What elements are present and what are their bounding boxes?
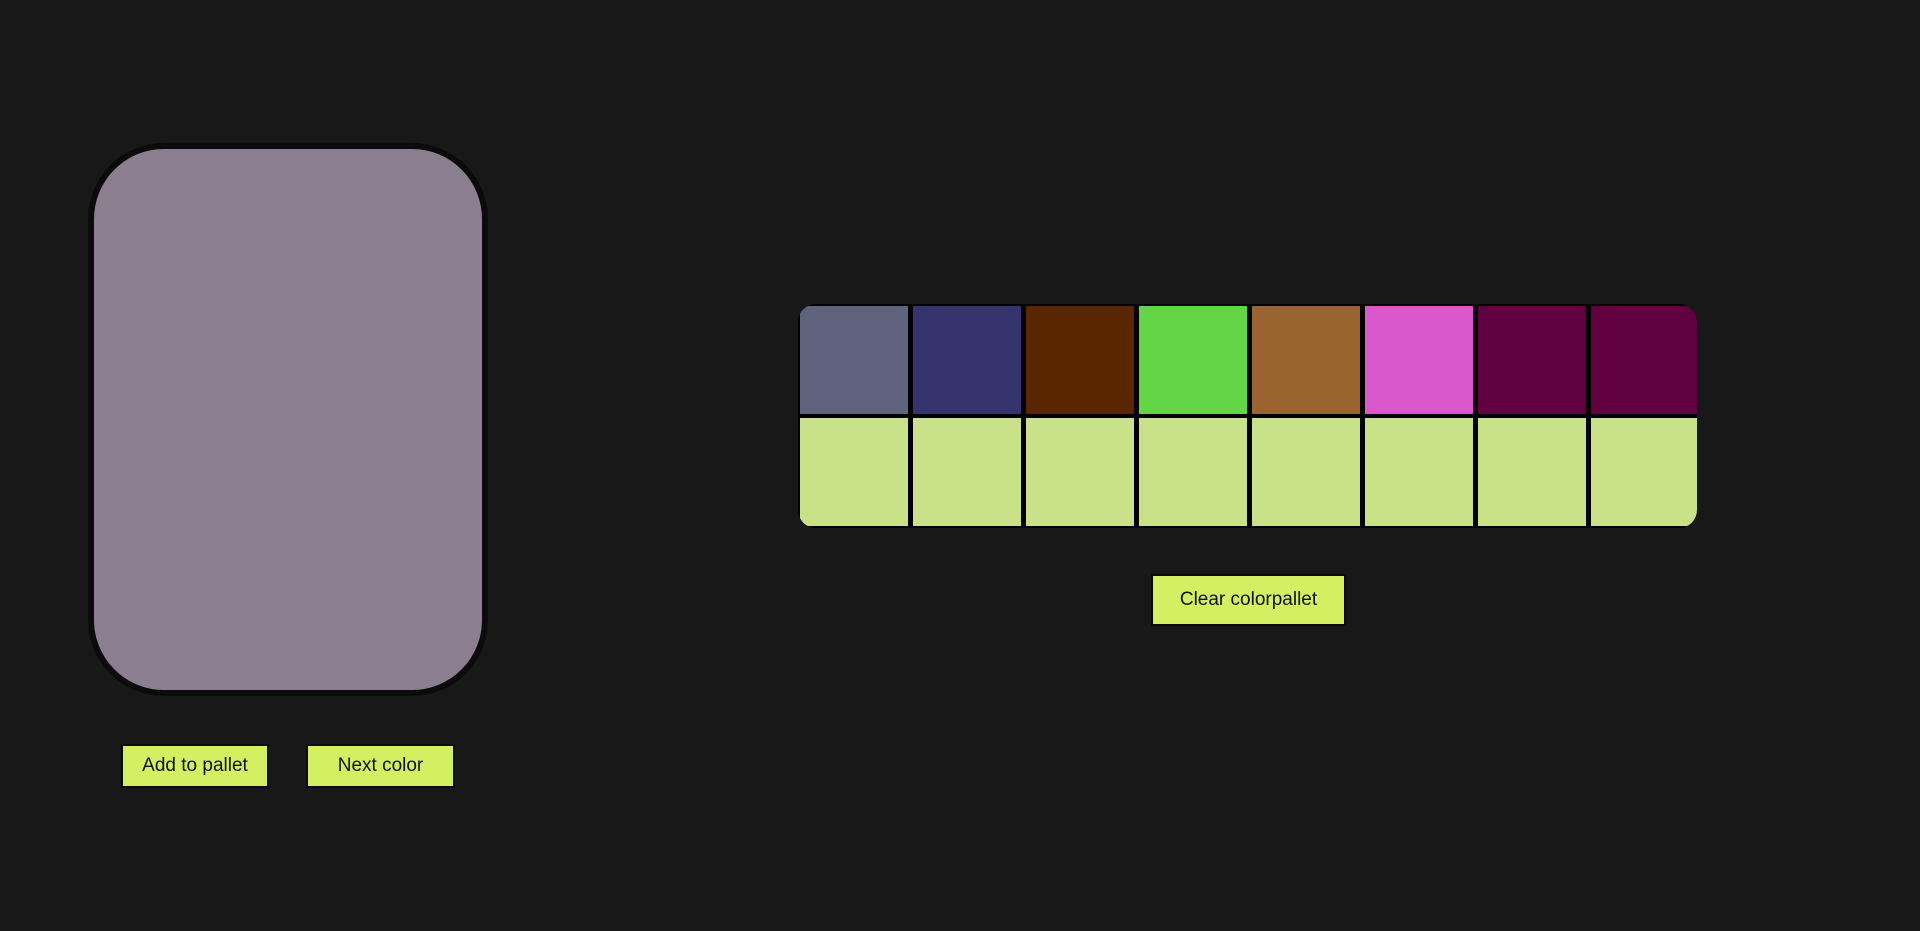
palette-swatch[interactable] [1026, 418, 1134, 526]
color-palette [798, 304, 1697, 528]
palette-swatch[interactable] [800, 418, 908, 526]
palette-swatch[interactable] [1252, 306, 1360, 414]
palette-swatch[interactable] [913, 306, 1021, 414]
palette-swatch[interactable] [1252, 418, 1360, 526]
palette-swatch[interactable] [1139, 306, 1247, 414]
clear-colorpallet-button[interactable]: Clear colorpallet [1151, 574, 1346, 626]
palette-swatch[interactable] [1139, 418, 1247, 526]
color-preview [88, 143, 488, 696]
palette-swatch[interactable] [1365, 418, 1473, 526]
palette-swatch[interactable] [913, 418, 1021, 526]
palette-swatch[interactable] [800, 306, 908, 414]
palette-swatch[interactable] [1591, 306, 1697, 414]
palette-swatch[interactable] [1478, 306, 1586, 414]
add-to-pallet-button[interactable]: Add to pallet [121, 744, 269, 788]
palette-swatch[interactable] [1591, 418, 1697, 526]
palette-swatch[interactable] [1026, 306, 1134, 414]
next-color-button[interactable]: Next color [306, 744, 455, 788]
palette-swatch[interactable] [1365, 306, 1473, 414]
palette-swatch[interactable] [1478, 418, 1586, 526]
